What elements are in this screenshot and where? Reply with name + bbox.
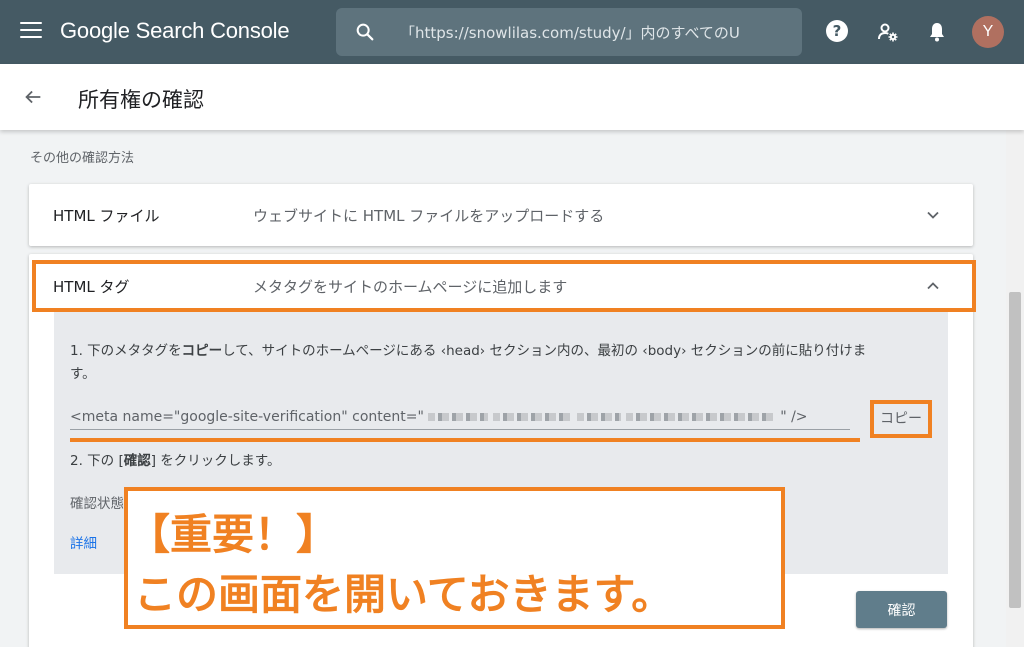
meta-tag-field[interactable]: <meta name="google-site-verification" co… (70, 409, 850, 430)
redacted-code (428, 413, 489, 421)
annotation-text: この画面を開いておきます。 (134, 570, 674, 619)
method-card-html-file[interactable]: HTML ファイル ウェブサイトに HTML ファイルをアップロードする (29, 184, 973, 246)
annotation-heading: 【重要！】 (128, 510, 339, 559)
details-link[interactable]: 詳細 (70, 532, 97, 552)
search-input[interactable] (398, 20, 792, 46)
chevron-down-icon[interactable] (925, 207, 941, 223)
method-description: ウェブサイトに HTML ファイルをアップロードする (253, 207, 605, 225)
page-header: 所有権の確認 (0, 64, 1024, 130)
underline-highlight (70, 438, 860, 442)
redacted-code (625, 413, 776, 421)
section-label: その他の確認方法 (30, 151, 135, 166)
back-arrow-icon[interactable] (22, 86, 44, 108)
copy-button[interactable]: コピー (870, 400, 932, 438)
user-settings-icon[interactable] (876, 20, 900, 44)
notifications-bell-icon[interactable] (925, 20, 949, 44)
app-title[interactable]: Google Search Console (60, 18, 290, 44)
help-icon[interactable]: ? (826, 20, 848, 42)
redacted-code (577, 413, 622, 421)
step-2-text: 2. 下の [確認] をクリックします。 (70, 453, 281, 469)
step-1-text: 1. 下のメタタグをコピーして、サイトのホームページにある ‹head› セクシ… (70, 343, 867, 382)
hamburger-menu-icon[interactable] (20, 22, 42, 42)
highlight-box (32, 260, 976, 312)
method-name: HTML ファイル (53, 207, 160, 225)
search-box[interactable] (336, 8, 802, 56)
avatar[interactable]: Y (972, 16, 1004, 48)
verification-status: 確認状態 (70, 496, 124, 512)
search-icon[interactable] (354, 21, 376, 43)
redacted-code (492, 413, 573, 421)
verify-button[interactable]: 確認 (856, 591, 947, 628)
page-title: 所有権の確認 (78, 88, 204, 112)
annotation-callout: 【重要！】 この画面を開いておきます。 (124, 487, 785, 629)
top-app-bar: Google Search Console ? Y (0, 0, 1024, 64)
scrollbar-thumb[interactable] (1009, 292, 1021, 608)
